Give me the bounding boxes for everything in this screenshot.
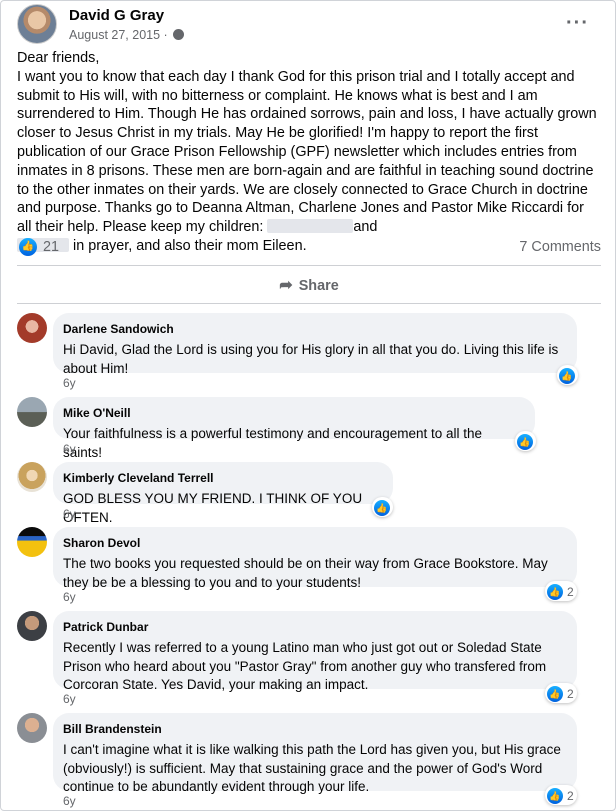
like-icon: 👍 (517, 433, 533, 450)
comment-bubble: Kimberly Cleveland Terrell GOD BLESS YOU… (53, 462, 393, 525)
more-options-icon[interactable]: ··· (566, 12, 589, 35)
redacted-name (267, 219, 354, 234)
like-icon: 👍 (547, 583, 563, 600)
comments-count[interactable]: 7 Comments (519, 239, 601, 255)
like-icon: 👍 (547, 787, 563, 804)
divider (17, 303, 601, 304)
comment: Bill Brandenstein I can't imagine what i… (17, 713, 601, 811)
like-icon: 👍 (547, 685, 563, 702)
comment: Mike O'Neill Your faithfulness is a powe… (17, 397, 601, 460)
commenter-name[interactable]: Patrick Dunbar (63, 618, 565, 637)
commenter-avatar[interactable] (17, 611, 47, 641)
comment-bubble: Mike O'Neill Your faithfulness is a powe… (53, 397, 535, 460)
like-icon: 👍 (374, 499, 390, 516)
like-icon: 👍 (559, 367, 575, 384)
comment: Sharon Devol The two books you requested… (17, 527, 601, 607)
comment-bubble: Patrick Dunbar Recently I was referred t… (53, 611, 577, 692)
comment-text: I can't imagine what it is like walking … (63, 741, 561, 795)
post-body: Dear friends, I want you to know that ea… (17, 49, 601, 256)
comment-bubble: Darlene Sandowich Hi David, Glad the Lor… (53, 313, 577, 376)
comment: Kimberly Cleveland Terrell GOD BLESS YOU… (17, 462, 601, 525)
like-icon[interactable]: 👍 (19, 238, 37, 256)
divider (17, 265, 601, 266)
post-meta: August 27, 2015 · (69, 28, 185, 42)
reaction-count: 2 (567, 584, 574, 599)
comment-text: Your faithfulness is a powerful testimon… (63, 425, 483, 460)
commenter-name[interactable]: Mike O'Neill (63, 404, 523, 423)
comment-text: The two books you requested should be on… (63, 555, 548, 590)
commenter-name[interactable]: Darlene Sandowich (63, 320, 565, 339)
comment-reactions[interactable]: 👍 (557, 365, 578, 385)
share-button[interactable]: ➦ Share (17, 271, 601, 301)
post-date[interactable]: August 27, 2015 · (69, 28, 168, 42)
post-card: David G Gray August 27, 2015 · ··· Dear … (0, 0, 616, 811)
commenter-avatar[interactable] (17, 462, 47, 492)
share-icon: ➦ (279, 277, 293, 294)
comment-reactions[interactable]: 👍 2 (545, 581, 577, 601)
comment-age[interactable]: 6y (63, 692, 76, 706)
commenter-avatar[interactable] (17, 713, 47, 743)
post-header: David G Gray August 27, 2015 · ··· (17, 4, 597, 44)
comment-reactions[interactable]: 👍 2 (545, 683, 577, 703)
comment-text: GOD BLESS YOU MY FRIEND. I THINK OF YOU … (63, 490, 363, 525)
comment-text: Hi David, Glad the Lord is using you for… (63, 341, 559, 376)
reaction-count: 2 (567, 686, 574, 701)
globe-icon (173, 29, 185, 40)
comment-text: Recently I was referred to a young Latin… (63, 639, 547, 693)
comment-bubble: Sharon Devol The two books you requested… (53, 527, 577, 590)
comment-reactions[interactable]: 👍 (515, 431, 536, 451)
author-name[interactable]: David G Gray (69, 7, 164, 24)
commenter-name[interactable]: Kimberly Cleveland Terrell (63, 469, 381, 488)
commenter-avatar[interactable] (17, 397, 47, 427)
comment-age[interactable]: 6y (63, 507, 76, 521)
reaction-count: 2 (567, 788, 574, 803)
comment-age[interactable]: 6y (63, 376, 76, 390)
post-body-text-mid: and (353, 219, 378, 236)
comment-bubble: Bill Brandenstein I can't imagine what i… (53, 713, 577, 794)
comment-age[interactable]: 6y (63, 794, 76, 808)
comment-reactions[interactable]: 👍 (372, 497, 393, 517)
comment-age[interactable]: 6y (63, 442, 76, 456)
commenter-name[interactable]: Bill Brandenstein (63, 720, 565, 739)
comment-reactions[interactable]: 👍 2 (545, 785, 577, 805)
commenter-avatar[interactable] (17, 313, 47, 343)
commenter-avatar[interactable] (17, 527, 47, 557)
post-stats: 👍 21 7 Comments (17, 237, 601, 259)
author-avatar[interactable] (17, 4, 57, 44)
comment-age[interactable]: 6y (63, 590, 76, 604)
likes-count[interactable]: 21 (43, 239, 59, 255)
share-label: Share (298, 278, 339, 294)
commenter-name[interactable]: Sharon Devol (63, 534, 565, 553)
comment: Darlene Sandowich Hi David, Glad the Lor… (17, 313, 601, 390)
comment: Patrick Dunbar Recently I was referred t… (17, 611, 601, 709)
post-body-text: Dear friends, I want you to know that ea… (17, 50, 597, 236)
